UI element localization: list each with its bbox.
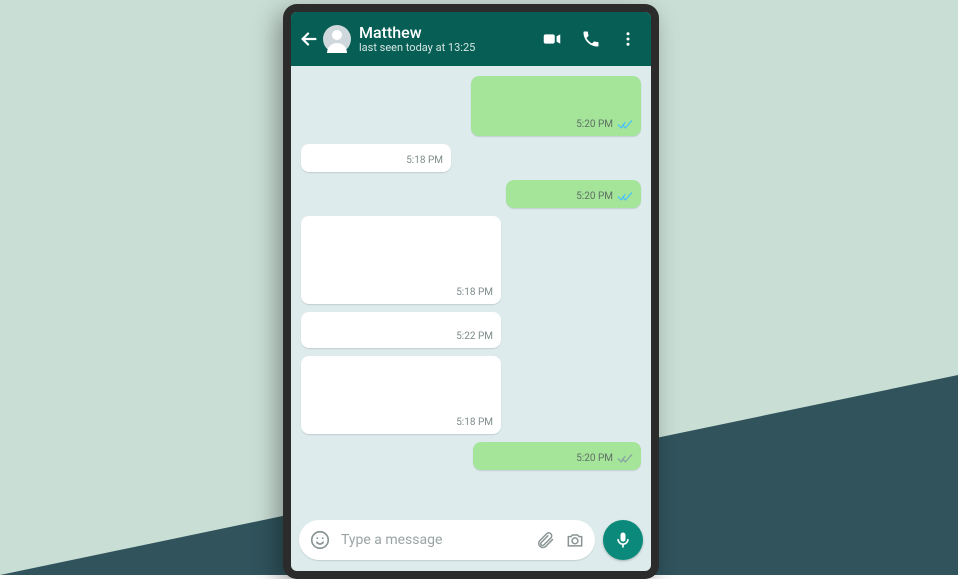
message-time: 5:18 PM	[406, 156, 443, 166]
message-meta: 5:18 PM	[309, 156, 443, 166]
message-row: 5:18 PM	[301, 356, 641, 434]
contact-info[interactable]: Matthew last seen today at 13:25	[359, 24, 541, 55]
chat-body[interactable]: 5:20 PM 5:18 PM 5:20 PM 5:18 PM 5:22 PM 5:1…	[291, 66, 651, 517]
incoming-bubble[interactable]: 5:18 PM	[301, 356, 501, 434]
message-time: 5:20 PM	[576, 454, 613, 464]
outgoing-bubble[interactable]: 5:20 PM	[473, 442, 641, 470]
outgoing-bubble[interactable]: 5:20 PM	[506, 180, 641, 208]
outgoing-bubble[interactable]: 5:20 PM	[471, 76, 641, 136]
video-call-icon[interactable]	[541, 28, 563, 50]
voice-call-icon[interactable]	[581, 29, 601, 49]
attachment-icon[interactable]	[535, 530, 555, 550]
message-row: 5:20 PM	[301, 76, 641, 136]
message-time: 5:22 PM	[456, 332, 493, 342]
read-ticks-icon	[617, 192, 633, 202]
camera-icon[interactable]	[565, 530, 585, 550]
message-meta: 5:20 PM	[514, 192, 633, 202]
avatar[interactable]	[323, 25, 351, 53]
message-meta: 5:18 PM	[309, 288, 493, 298]
message-time: 5:20 PM	[576, 192, 613, 202]
message-row: 5:18 PM	[301, 216, 641, 304]
message-meta: 5:22 PM	[309, 332, 493, 342]
more-options-icon[interactable]	[619, 29, 637, 49]
message-row: 5:20 PM	[301, 442, 641, 470]
phone-frame: Matthew last seen today at 13:25	[283, 4, 659, 579]
message-time: 5:20 PM	[576, 120, 613, 130]
message-time: 5:18 PM	[456, 418, 493, 428]
message-composer[interactable]: Type a message	[299, 520, 595, 560]
voice-message-button[interactable]	[603, 520, 643, 560]
read-ticks-icon	[617, 120, 633, 130]
message-time: 5:18 PM	[456, 288, 493, 298]
contact-status: last seen today at 13:25	[359, 41, 541, 54]
chat-header: Matthew last seen today at 13:25	[291, 12, 651, 66]
incoming-bubble[interactable]: 5:22 PM	[301, 312, 501, 348]
message-row: 5:20 PM	[301, 180, 641, 208]
contact-name: Matthew	[359, 24, 541, 42]
composer-row: Type a message	[291, 517, 651, 571]
app-screen: Matthew last seen today at 13:25	[291, 12, 651, 571]
message-meta: 5:18 PM	[309, 418, 493, 428]
message-input-placeholder[interactable]: Type a message	[341, 532, 525, 548]
header-actions	[541, 28, 637, 50]
incoming-bubble[interactable]: 5:18 PM	[301, 216, 501, 304]
emoji-icon[interactable]	[309, 529, 331, 551]
delivered-ticks-icon	[617, 454, 633, 464]
message-row: 5:18 PM	[301, 144, 641, 172]
back-icon[interactable]	[297, 27, 321, 51]
message-meta: 5:20 PM	[479, 120, 633, 130]
message-row: 5:22 PM	[301, 312, 641, 348]
message-meta: 5:20 PM	[481, 454, 633, 464]
incoming-bubble[interactable]: 5:18 PM	[301, 144, 451, 172]
